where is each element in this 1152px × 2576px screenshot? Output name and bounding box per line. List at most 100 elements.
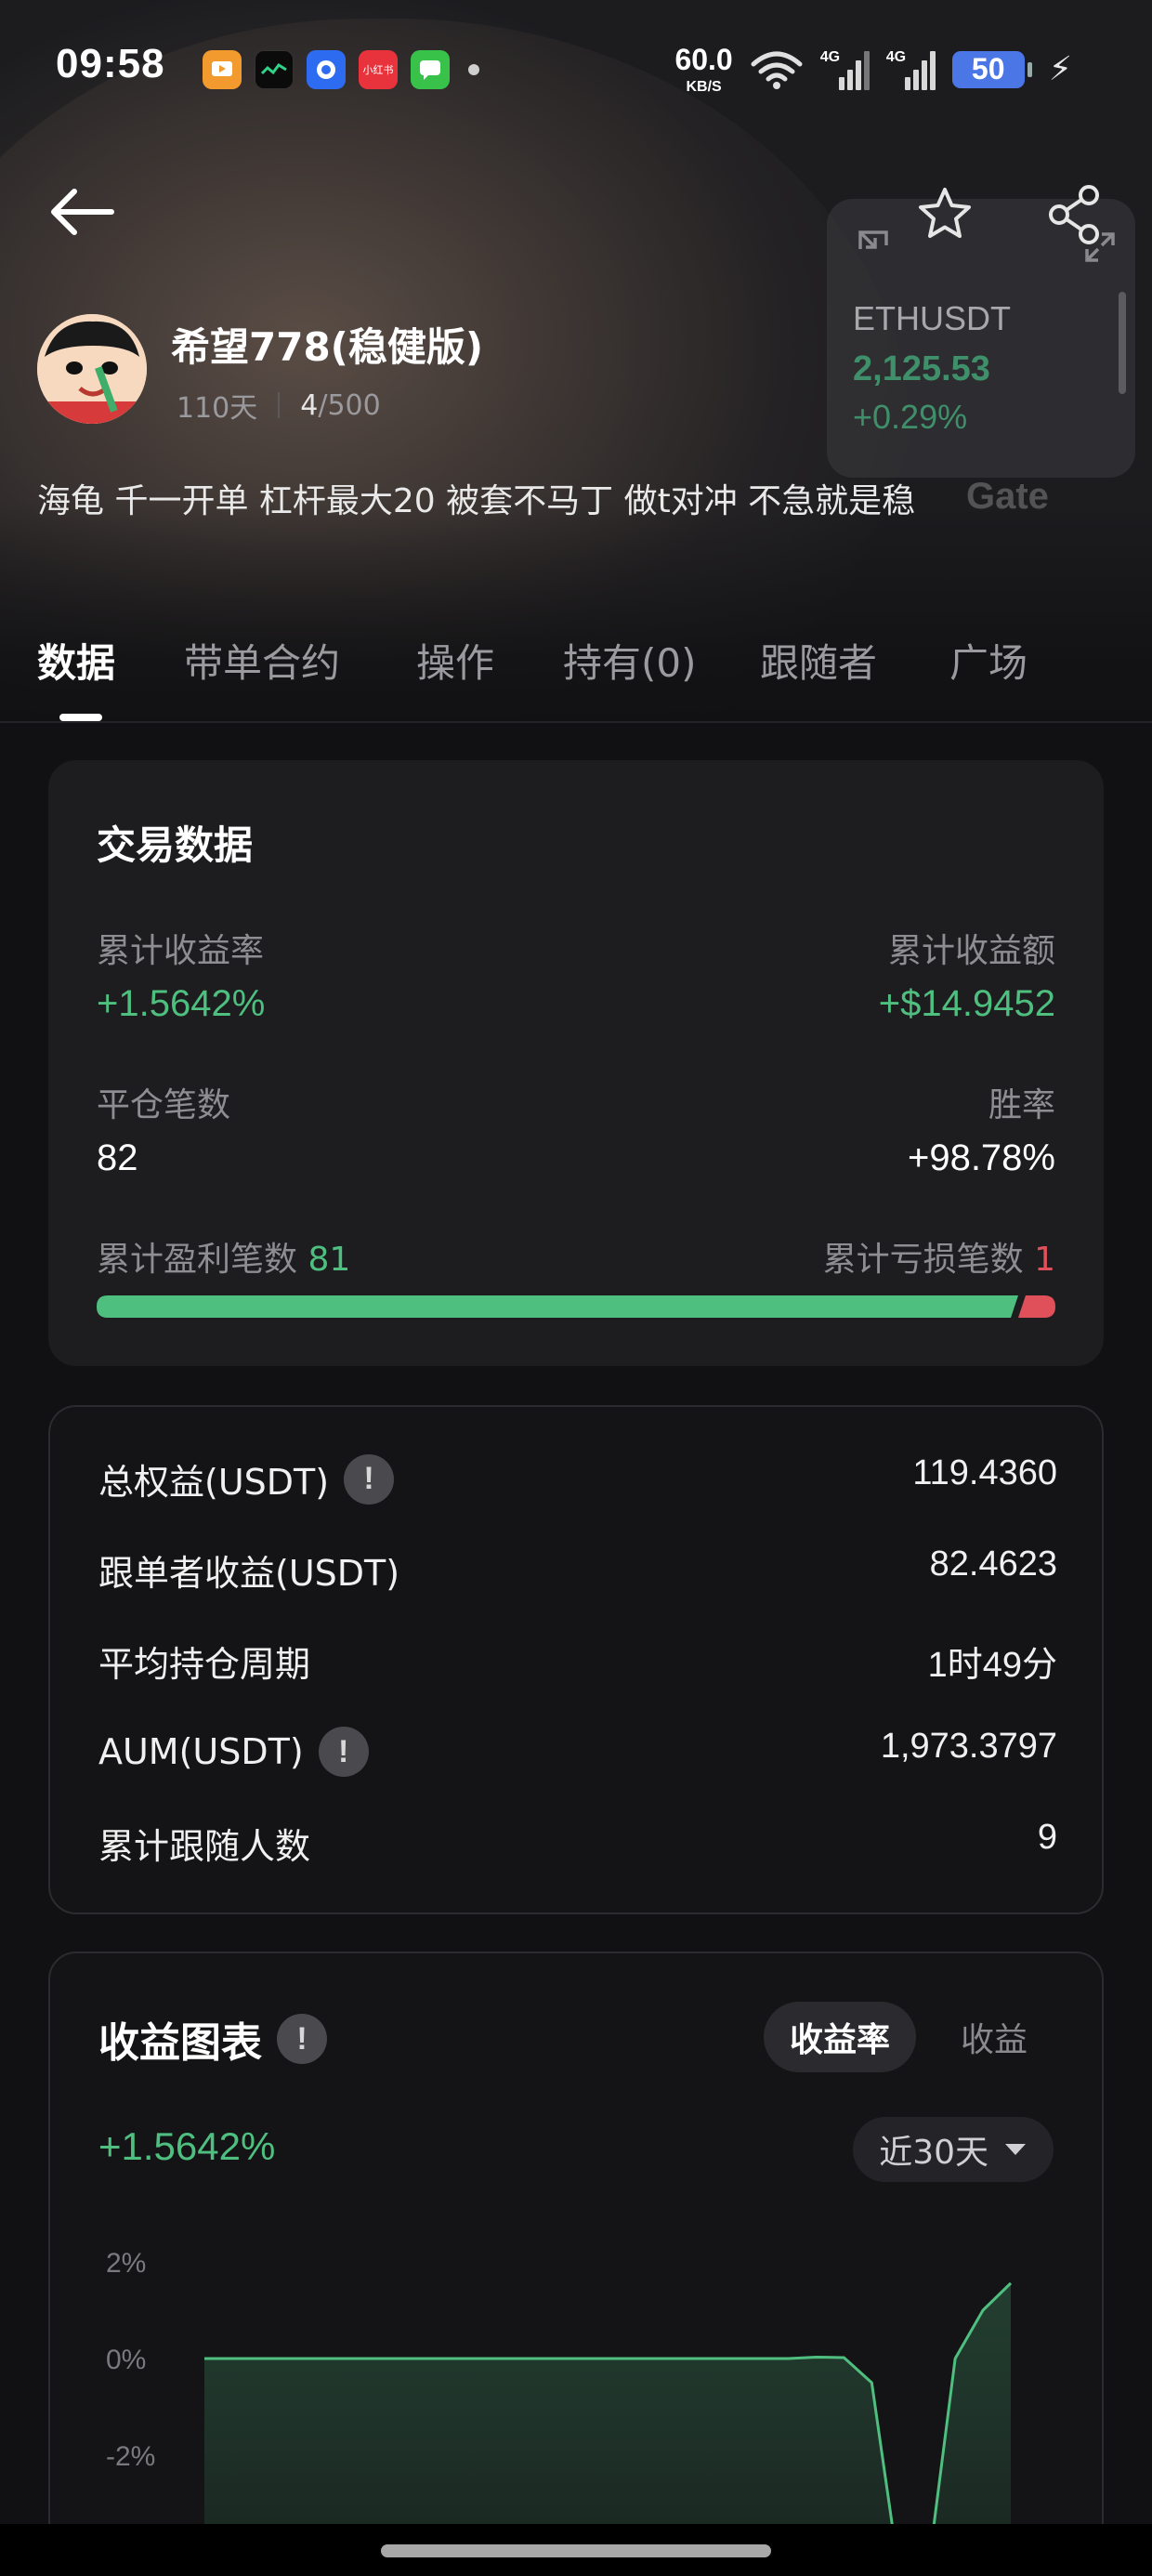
tab-data[interactable]: 数据 bbox=[37, 632, 115, 689]
share-button[interactable] bbox=[1042, 182, 1107, 247]
metric-label-aum: AUM(USDT) ! bbox=[98, 1727, 369, 1777]
cum-return-amount-label: 累计收益额 bbox=[887, 932, 1055, 970]
ticker-change: +0.29% bbox=[853, 398, 968, 436]
avg-holding-label: 平均持仓周期 bbox=[98, 1644, 311, 1685]
minimize-icon[interactable] bbox=[855, 227, 892, 264]
tab-contracts[interactable]: 带单合约 bbox=[184, 632, 340, 689]
signal-1-label: 4G bbox=[819, 48, 841, 65]
trade-data-title: 交易数据 bbox=[97, 822, 254, 868]
arrow-left-icon bbox=[51, 189, 114, 235]
notification-icons: 小红书 bbox=[203, 50, 479, 89]
win-ratio-fill bbox=[97, 1295, 1018, 1318]
battery-level: 50 bbox=[971, 52, 1005, 85]
metric-label-equity: 总权益(USDT) ! bbox=[98, 1453, 395, 1505]
ticker-scrollbar bbox=[1119, 292, 1126, 394]
follower-profit-label: 跟单者收益(USDT) bbox=[98, 1553, 400, 1594]
stock-app-icon bbox=[255, 50, 294, 89]
brand-watermark: Gate bbox=[966, 476, 1049, 517]
ticker-price: 2,125.53 bbox=[853, 349, 990, 388]
cum-return-rate-value: +1.5642% bbox=[97, 983, 266, 1024]
more-notifications-dot bbox=[468, 64, 479, 75]
metric-row-equity: 总权益(USDT) ! 119.4360 bbox=[98, 1446, 1057, 1505]
profit-line-chart: 2% 0% -2% bbox=[106, 2248, 1013, 2576]
toggle-return-amount[interactable]: 收益 bbox=[935, 2002, 1054, 2072]
wifi-icon bbox=[751, 51, 803, 89]
follower-profit-value: 82.4623 bbox=[929, 1544, 1057, 1584]
status-bar: 09:58 小红书 60.0 KB/S 4G 4G 50 ⚡ bbox=[0, 0, 1152, 139]
tab-holdings[interactable]: 持有(0) bbox=[563, 632, 697, 689]
avg-holding-value: 1时49分 bbox=[927, 1646, 1057, 1685]
y-tick-label: 0% bbox=[106, 2345, 146, 2375]
xiaohongshu-app-icon: 小红书 bbox=[359, 50, 398, 89]
loss-ratio-fill bbox=[1018, 1295, 1055, 1318]
trader-bio: 海龟 千一开单 杠杆最大20 被套不马丁 做t对冲 不急就是稳 bbox=[37, 482, 916, 520]
total-followers-label: 累计跟随人数 bbox=[98, 1826, 311, 1867]
navigation-app-icon bbox=[307, 50, 346, 89]
loss-trades-label: 累计亏损笔数 bbox=[822, 1241, 1024, 1279]
network-speed-value: 60.0 bbox=[674, 43, 733, 76]
metric-label-total-followers: 累计跟随人数 bbox=[98, 1818, 310, 1869]
network-speed: 60.0 KB/S bbox=[674, 43, 732, 96]
network-speed-unit: KB/S bbox=[686, 79, 722, 95]
share-icon bbox=[1049, 185, 1099, 244]
system-nav-bar bbox=[0, 2524, 1152, 2576]
active-tab-indicator bbox=[59, 714, 102, 721]
status-indicators: 60.0 KB/S 4G 4G 50 ⚡ bbox=[674, 43, 1072, 96]
tab-followers[interactable]: 跟随者 bbox=[760, 632, 877, 689]
info-icon[interactable]: ! bbox=[318, 1727, 369, 1777]
signal-2-label: 4G bbox=[885, 48, 907, 65]
period-label: 近30天 bbox=[879, 2134, 988, 2172]
cum-return-rate-label: 累计收益率 bbox=[97, 932, 265, 970]
followers-current: 4 bbox=[300, 388, 319, 422]
profit-trades-value: 81 bbox=[308, 1241, 351, 1279]
followers-max: /500 bbox=[318, 388, 381, 422]
aum-label: AUM(USDT) bbox=[98, 1731, 304, 1772]
y-tick-label: -2% bbox=[106, 2441, 155, 2472]
chat-app-icon bbox=[411, 50, 450, 89]
metric-label-avg-holding: 平均持仓周期 bbox=[98, 1636, 310, 1687]
home-gesture-handle[interactable] bbox=[381, 2544, 771, 2557]
battery-indicator: 50 bbox=[951, 50, 1032, 88]
period-selector[interactable]: 近30天 bbox=[853, 2117, 1054, 2182]
win-rate-value: +98.78% bbox=[907, 1137, 1055, 1178]
tab-bar: 数据 带单合约 操作 持有(0) 跟随者 广场 bbox=[0, 613, 1152, 723]
tab-square[interactable]: 广场 bbox=[949, 632, 1028, 689]
metric-row-avg-holding: 平均持仓周期 1时49分 bbox=[98, 1628, 1057, 1687]
total-followers-value: 9 bbox=[1037, 1818, 1057, 1857]
closed-trades-value: 82 bbox=[97, 1137, 138, 1178]
caret-down-icon bbox=[1005, 2144, 1026, 2155]
back-button[interactable] bbox=[45, 182, 119, 242]
ticker-symbol: ETHUSDT bbox=[853, 299, 1011, 337]
metric-row-follower-profit: 跟单者收益(USDT) 82.4623 bbox=[98, 1537, 1057, 1596]
profit-chart-title-text: 收益图表 bbox=[98, 2019, 262, 2067]
profit-trades: 累计盈利笔数 81 bbox=[97, 1232, 350, 1281]
cellular-signal-1-icon: 4G bbox=[820, 49, 870, 90]
tab-operations[interactable]: 操作 bbox=[416, 632, 494, 689]
tab-divider bbox=[0, 721, 1152, 723]
trader-name: 希望778(稳健版) bbox=[171, 324, 484, 370]
win-rate-label: 胜率 bbox=[988, 1086, 1055, 1124]
trading-days: 110天 bbox=[177, 392, 258, 425]
profit-trades-label: 累计盈利笔数 bbox=[97, 1241, 298, 1279]
aum-value: 1,973.3797 bbox=[880, 1727, 1057, 1766]
win-loss-ratio-bar bbox=[97, 1295, 1055, 1318]
loss-trades-value: 1 bbox=[1034, 1241, 1055, 1279]
metric-row-total-followers: 累计跟随人数 9 bbox=[98, 1810, 1057, 1869]
toggle-return-rate[interactable]: 收益率 bbox=[763, 2002, 916, 2072]
trade-data-card: 交易数据 累计收益率 +1.5642% 累计收益额 +$14.9452 平仓笔数… bbox=[48, 760, 1104, 1366]
metric-row-aum: AUM(USDT) ! 1,973.3797 bbox=[98, 1719, 1057, 1777]
charging-icon: ⚡ bbox=[1048, 50, 1072, 88]
info-icon[interactable]: ! bbox=[344, 1453, 395, 1505]
trader-avatar[interactable] bbox=[37, 314, 147, 424]
profit-chart-card: 收益图表 ! 收益率 收益 +1.5642% 近30天 2% 0% -2% bbox=[48, 1952, 1104, 2576]
favorite-button[interactable] bbox=[912, 182, 977, 247]
metric-label-follower-profit: 跟单者收益(USDT) bbox=[98, 1544, 399, 1596]
video-app-icon bbox=[203, 50, 242, 89]
star-icon bbox=[919, 188, 971, 238]
loss-trades: 累计亏损笔数 1 bbox=[823, 1232, 1055, 1281]
closed-trades-label: 平仓笔数 bbox=[97, 1086, 231, 1124]
info-icon[interactable]: ! bbox=[277, 2014, 327, 2064]
y-tick-label: 2% bbox=[106, 2248, 146, 2279]
chart-mode-toggle: 收益率 收益 bbox=[763, 2002, 1054, 2072]
equity-value: 119.4360 bbox=[912, 1453, 1057, 1492]
